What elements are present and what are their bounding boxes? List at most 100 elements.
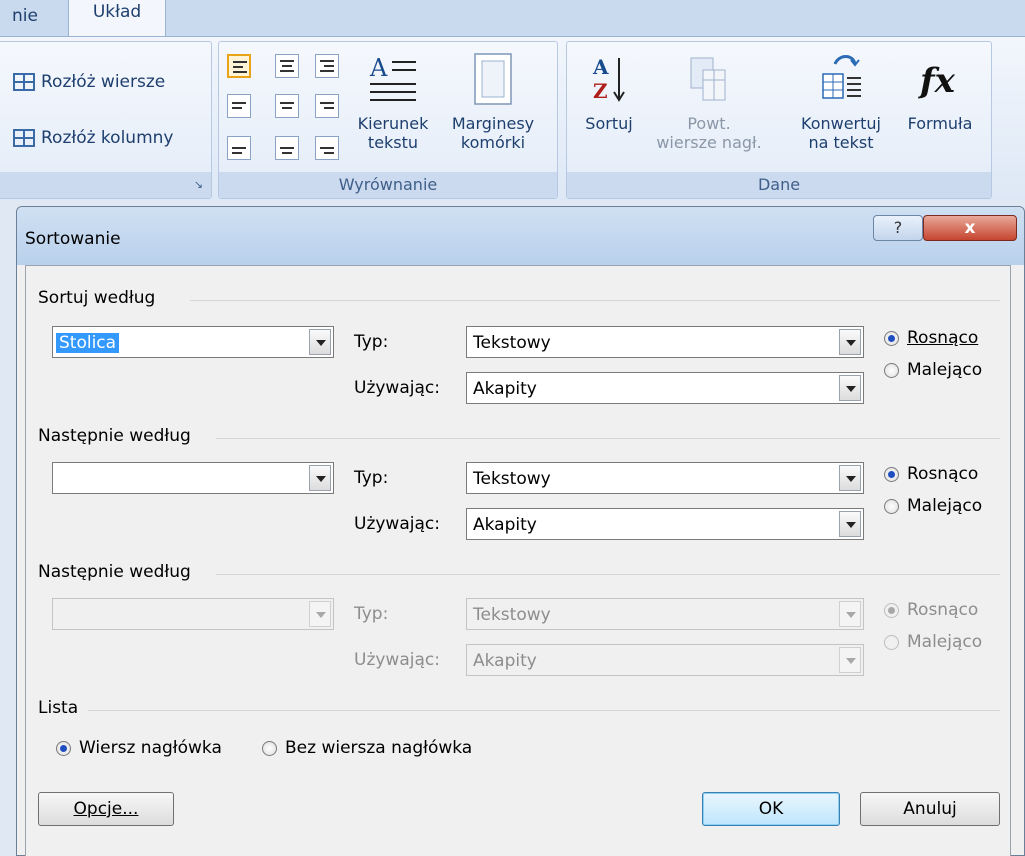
then-by-1-using-select[interactable]: Akapity — [466, 508, 864, 540]
then-by-2-ascending-radio: Rosnąco — [884, 600, 978, 620]
align-top-right-icon[interactable] — [315, 54, 339, 78]
chevron-down-icon[interactable] — [839, 465, 861, 491]
then-by-1-ascending-radio[interactable]: Rosnąco — [884, 464, 978, 484]
then-by-2-type-value: Tekstowy — [473, 605, 551, 625]
radio-indicator — [884, 498, 899, 514]
radio-indicator — [56, 740, 71, 756]
chevron-down-icon[interactable] — [839, 511, 861, 537]
convert-to-text-button[interactable]: Konwertuj na tekst — [791, 52, 891, 152]
sort-label: Sortuj — [585, 114, 633, 133]
then-by-1-type-value: Tekstowy — [473, 469, 551, 489]
distribute-columns-icon — [13, 129, 35, 147]
group-alignment-label: Wyrównanie — [219, 172, 557, 198]
sort-by-type-value: Tekstowy — [473, 333, 551, 353]
sort-by-type-select[interactable]: Tekstowy — [466, 326, 864, 358]
then-by-1-ascending-label: Rosnąco — [907, 464, 979, 484]
text-direction-button[interactable]: A Kierunek tekstu — [353, 52, 433, 152]
distribute-columns-button[interactable]: Rozłóż kolumny — [13, 128, 173, 148]
then-by-2-using-label: Używając: — [354, 650, 440, 670]
repeat-header-rows-button[interactable]: Powt. wiersze nagł. — [651, 52, 767, 152]
dialog-client: Sortuj według Stolica Typ: Tekstowy Używ… — [25, 265, 1011, 856]
sort-by-field-value: Stolica — [56, 333, 120, 353]
sort-by-using-label: Używając: — [354, 378, 440, 398]
then-by-2-label: Następnie według — [38, 562, 191, 582]
group-rows-columns: Rozłóż wiersze Rozłóż kolumny ↘ — [0, 41, 212, 199]
dialog-launcher-icon[interactable]: ↘ — [194, 172, 203, 198]
tab-previous[interactable]: nie — [12, 0, 38, 38]
sort-by-field-select[interactable]: Stolica — [52, 326, 334, 358]
cancel-button[interactable]: Anuluj — [860, 792, 1000, 826]
distribute-rows-button[interactable]: Rozłóż wiersze — [13, 72, 165, 92]
align-bottom-right-icon[interactable] — [315, 136, 339, 160]
chevron-down-icon[interactable] — [309, 465, 331, 491]
sort-by-type-label: Typ: — [354, 332, 389, 352]
ribbon: Rozłóż wiersze Rozłóż kolumny ↘ A Kierun… — [0, 36, 1025, 200]
group-data: A Z Sortuj Powt. wiersze nagł. Konwertuj… — [566, 41, 992, 199]
list-label: Lista — [38, 698, 79, 718]
header-row-label: Wiersz nagłówka — [79, 738, 222, 758]
cell-margins-label-2: komórki — [460, 133, 526, 152]
align-middle-left-icon[interactable] — [227, 94, 251, 118]
then-by-2-descending-label: Malejąco — [907, 632, 983, 652]
radio-indicator — [884, 634, 899, 650]
svg-text:Z: Z — [593, 79, 608, 103]
chevron-down-icon[interactable] — [839, 329, 861, 355]
chevron-down-icon — [309, 601, 331, 627]
radio-indicator — [884, 330, 899, 346]
text-direction-label-1: Kierunek — [357, 114, 429, 133]
align-top-left-icon[interactable] — [227, 54, 251, 78]
then-by-2-using-value: Akapity — [473, 651, 537, 671]
convert-to-text-icon — [819, 52, 863, 106]
align-middle-right-icon[interactable] — [315, 94, 339, 118]
options-button[interactable]: Opcje... — [38, 792, 174, 826]
help-button[interactable]: ? — [873, 215, 923, 241]
ok-button-label: OK — [758, 799, 784, 819]
align-bottom-left-icon[interactable] — [227, 136, 251, 160]
then-by-1-using-label: Używając: — [354, 514, 440, 534]
chevron-down-icon[interactable] — [309, 329, 331, 355]
sort-az-icon: A Z — [589, 52, 629, 106]
no-header-row-label: Bez wiersza nagłówka — [285, 738, 473, 758]
chevron-down-icon — [839, 647, 861, 673]
align-top-center-icon[interactable] — [275, 54, 299, 78]
chevron-down-icon — [839, 601, 861, 627]
repeat-header-label-2: wiersze nagł. — [656, 133, 762, 152]
sort-by-label: Sortuj według — [38, 288, 156, 308]
svg-text:A: A — [592, 55, 609, 79]
group-rows-footer: ↘ — [0, 172, 211, 198]
align-middle-center-icon[interactable] — [275, 94, 299, 118]
then-by-1-label: Następnie według — [38, 426, 191, 446]
options-button-label: Opcje... — [73, 799, 139, 819]
sort-by-using-select[interactable]: Akapity — [466, 372, 864, 404]
convert-label-2: na tekst — [808, 133, 874, 152]
header-row-radio[interactable]: Wiersz nagłówka — [56, 738, 222, 758]
then-by-2-using-select: Akapity — [466, 644, 864, 676]
then-by-1-type-select[interactable]: Tekstowy — [466, 462, 864, 494]
sort-button[interactable]: A Z Sortuj — [573, 52, 645, 133]
close-button[interactable]: x — [923, 215, 1017, 241]
radio-indicator — [884, 466, 899, 482]
cell-margins-button[interactable]: Marginesy komórki — [441, 52, 545, 152]
ok-button[interactable]: OK — [702, 792, 840, 826]
no-header-row-radio[interactable]: Bez wiersza nagłówka — [262, 738, 472, 758]
sort-by-using-value: Akapity — [473, 379, 537, 399]
sort-by-separator — [190, 300, 1000, 301]
text-direction-icon: A — [366, 52, 420, 106]
chevron-down-icon[interactable] — [839, 375, 861, 401]
then-by-2-field-select — [52, 598, 334, 630]
cancel-button-label: Anuluj — [903, 799, 957, 819]
then-by-2-separator — [216, 574, 1000, 575]
list-separator — [88, 710, 1000, 711]
formula-label: Formuła — [907, 114, 973, 133]
formula-button[interactable]: fx Formuła — [897, 52, 983, 133]
cell-margins-label-1: Marginesy — [451, 114, 535, 133]
sort-by-ascending-radio[interactable]: Rosnąco — [884, 328, 978, 348]
align-bottom-center-icon[interactable] — [275, 136, 299, 160]
tab-layout[interactable]: Układ — [68, 0, 166, 38]
formula-fx-icon: fx — [918, 52, 962, 106]
then-by-1-descending-radio[interactable]: Malejąco — [884, 496, 982, 516]
then-by-2-ascending-label: Rosnąco — [907, 600, 979, 620]
then-by-1-field-select[interactable] — [52, 462, 334, 494]
then-by-2-descending-radio: Malejąco — [884, 632, 982, 652]
sort-by-descending-radio[interactable]: Malejąco — [884, 360, 982, 380]
